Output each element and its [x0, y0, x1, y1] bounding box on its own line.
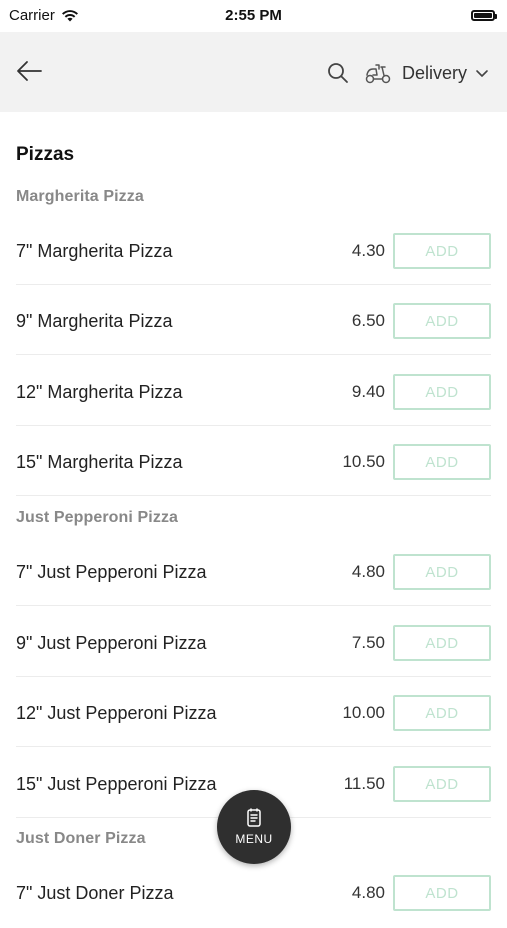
item-name: 15" Just Pepperoni Pizza — [16, 773, 217, 794]
item-price: 4.80 — [351, 562, 385, 581]
add-button[interactable]: ADD — [393, 554, 491, 590]
item-price: 6.50 — [351, 311, 385, 330]
divider — [16, 605, 491, 606]
divider — [16, 284, 491, 285]
item-name: 9" Margherita Pizza — [16, 310, 173, 331]
add-button[interactable]: ADD — [393, 303, 491, 339]
battery-icon — [471, 9, 497, 21]
menu-fab-label: MENU — [235, 832, 273, 846]
item-name: 9" Just Pepperoni Pizza — [16, 632, 207, 653]
add-button[interactable]: ADD — [393, 444, 491, 480]
status-bar: Carrier 2:55 PM — [0, 0, 507, 30]
item-price: 4.80 — [351, 883, 385, 902]
item-price: 10.50 — [342, 452, 385, 471]
add-button[interactable]: ADD — [393, 875, 491, 911]
add-button[interactable]: ADD — [393, 233, 491, 269]
menu-item: 12" Margherita Pizza 9.40 ADD — [16, 357, 491, 427]
menu-fab-button[interactable]: MENU — [217, 790, 291, 864]
nav-bar: Delivery — [0, 32, 507, 112]
menu-item: 9" Just Pepperoni Pizza 7.50 ADD — [16, 608, 491, 678]
delivery-label: Delivery — [401, 62, 467, 83]
menu-item: 9" Margherita Pizza 6.50 ADD — [16, 286, 491, 356]
item-name: 12" Margherita Pizza — [16, 381, 183, 402]
item-price: 7.50 — [351, 633, 385, 652]
menu-item: 7" Margherita Pizza 4.30 ADD — [16, 216, 491, 286]
divider — [16, 746, 491, 747]
search-icon[interactable] — [326, 61, 350, 85]
add-button[interactable]: ADD — [393, 625, 491, 661]
item-price: 4.30 — [351, 241, 385, 260]
item-name: 12" Just Pepperoni Pizza — [16, 702, 217, 723]
item-name: 15" Margherita Pizza — [16, 451, 183, 472]
scooter-icon — [365, 64, 391, 84]
menu-item: 7" Just Doner Pizza 4.80 ADD — [16, 858, 491, 928]
divider — [16, 495, 491, 496]
menu-item: 15" Margherita Pizza 10.50 ADD — [16, 427, 491, 497]
item-price: 10.00 — [342, 703, 385, 722]
category-heading: Margherita Pizza — [16, 188, 144, 205]
category-heading: Just Doner Pizza — [16, 830, 146, 847]
divider — [16, 354, 491, 355]
item-name: 7" Margherita Pizza — [16, 240, 173, 261]
item-price: 9.40 — [351, 382, 385, 401]
divider — [16, 425, 491, 426]
status-time: 2:55 PM — [225, 6, 282, 24]
section-title: Pizzas — [16, 144, 75, 165]
nav-actions: Delivery — [326, 60, 489, 86]
item-price: 11.50 — [343, 774, 385, 793]
item-name: 7" Just Doner Pizza — [16, 882, 174, 903]
delivery-dropdown[interactable]: Delivery — [402, 63, 489, 84]
add-button[interactable]: ADD — [393, 374, 491, 410]
chevron-down-icon — [476, 70, 488, 77]
add-button[interactable]: ADD — [393, 766, 491, 802]
item-name: 7" Just Pepperoni Pizza — [16, 561, 207, 582]
menu-item: 12" Just Pepperoni Pizza 10.00 ADD — [16, 678, 491, 748]
back-arrow-icon[interactable] — [14, 56, 44, 86]
add-button[interactable]: ADD — [393, 695, 491, 731]
menu-item: 7" Just Pepperoni Pizza 4.80 ADD — [16, 537, 491, 607]
category-heading: Just Pepperoni Pizza — [16, 509, 179, 526]
menu-book-icon — [247, 808, 261, 827]
divider — [16, 676, 491, 677]
